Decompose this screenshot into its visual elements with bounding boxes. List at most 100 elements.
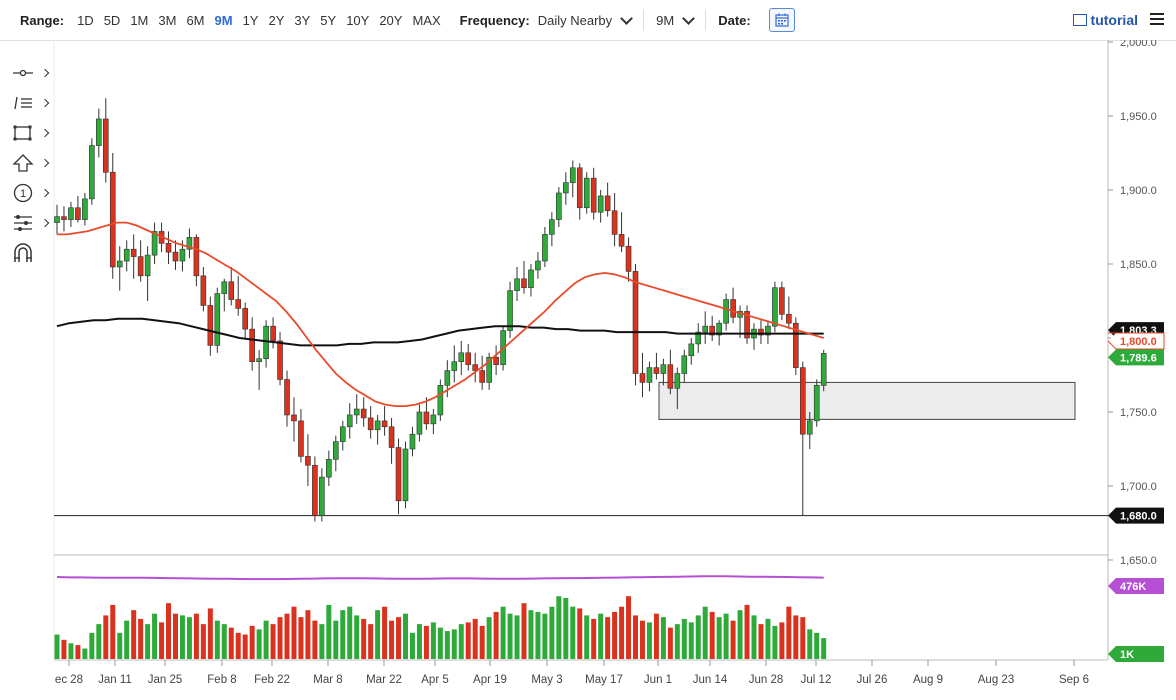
chevron-down-icon bbox=[682, 11, 696, 25]
volume-bar bbox=[291, 606, 297, 659]
consolidation-zone bbox=[54, 381, 1108, 517]
volume-bar bbox=[423, 625, 429, 659]
volume-bar bbox=[737, 610, 743, 659]
range-6m[interactable]: 6M bbox=[186, 13, 204, 28]
volume-bar bbox=[570, 606, 576, 659]
volume-bar bbox=[249, 625, 255, 659]
candle-body bbox=[430, 414, 437, 425]
volume-min-tag-bg bbox=[1108, 646, 1164, 662]
range-10y[interactable]: 10Y bbox=[346, 13, 369, 28]
candle-body bbox=[54, 216, 60, 223]
range-max[interactable]: MAX bbox=[412, 13, 440, 28]
ma-long-line bbox=[56, 317, 824, 347]
candle-body bbox=[493, 356, 499, 365]
volume-bar bbox=[479, 625, 485, 659]
candle-body bbox=[339, 426, 346, 442]
range-5d[interactable]: 5D bbox=[104, 13, 121, 28]
volume-bar bbox=[75, 645, 81, 659]
candle-body bbox=[576, 167, 583, 209]
x-tick-label: Aug 23 bbox=[978, 674, 1014, 686]
range-1m[interactable]: 1M bbox=[130, 13, 148, 28]
candle-body bbox=[674, 373, 681, 389]
volume-bar bbox=[458, 624, 464, 659]
period-dropdown[interactable]: 9M bbox=[656, 11, 696, 28]
volume-bar bbox=[214, 620, 220, 659]
range-9m[interactable]: 9M bbox=[215, 13, 233, 28]
candle-body bbox=[82, 198, 88, 220]
y-tick-label: 1,650.0 bbox=[1120, 555, 1157, 567]
candle-body bbox=[319, 476, 325, 516]
candle-body bbox=[402, 448, 409, 502]
volume-bar bbox=[807, 629, 813, 659]
volume-bar bbox=[577, 608, 583, 659]
candle-body bbox=[256, 358, 262, 362]
volume-bar bbox=[660, 617, 666, 659]
range-20y[interactable]: 20Y bbox=[379, 13, 402, 28]
y-tick-label: 1,900.0 bbox=[1120, 185, 1157, 197]
x-tick-label: Feb 8 bbox=[207, 674, 236, 686]
volume-bar bbox=[179, 615, 185, 659]
candle-body bbox=[799, 367, 806, 435]
volume-bar bbox=[786, 606, 792, 659]
volume-min-tag: 1K bbox=[1120, 649, 1134, 661]
candle-body bbox=[221, 281, 228, 294]
candle-body bbox=[165, 242, 172, 253]
range-1d[interactable]: 1D bbox=[77, 13, 94, 28]
calendar-icon bbox=[775, 13, 789, 27]
volume-bar bbox=[465, 622, 471, 659]
candle-body bbox=[381, 420, 388, 428]
volume-bar bbox=[619, 606, 625, 659]
range-3m[interactable]: 3M bbox=[158, 13, 176, 28]
volume-bar bbox=[409, 632, 415, 659]
x-tick-label: Mar 22 bbox=[366, 674, 402, 686]
volume-bar bbox=[319, 624, 325, 659]
candle-body bbox=[465, 352, 472, 365]
volume-average-line bbox=[56, 575, 824, 581]
candle-body bbox=[68, 207, 74, 220]
candle-body bbox=[618, 234, 625, 247]
volume-bar bbox=[326, 604, 332, 659]
y-tick-label: 1,850.0 bbox=[1120, 259, 1157, 271]
zone-rect bbox=[658, 381, 1076, 420]
volume-bar bbox=[744, 604, 750, 659]
volume-bar bbox=[437, 627, 443, 659]
range-3y[interactable]: 3Y bbox=[294, 13, 310, 28]
volume-bar bbox=[821, 638, 827, 659]
calendar-button[interactable] bbox=[768, 8, 795, 32]
candle-body bbox=[130, 248, 137, 257]
candle-body bbox=[249, 328, 255, 362]
volume-bar bbox=[779, 622, 785, 659]
candle-body bbox=[416, 411, 423, 435]
candle-body bbox=[388, 426, 395, 448]
volume-bar bbox=[612, 611, 618, 659]
candle-body bbox=[437, 385, 444, 416]
candle-body bbox=[374, 420, 381, 431]
frequency-dropdown[interactable]: Daily Nearby bbox=[538, 11, 634, 28]
range-2y[interactable]: 2Y bbox=[268, 13, 284, 28]
candle-body bbox=[660, 364, 667, 374]
range-5y[interactable]: 5Y bbox=[320, 13, 336, 28]
volume-bar bbox=[368, 624, 374, 659]
tutorial-link[interactable]: tutorial bbox=[1072, 12, 1138, 28]
candle-body bbox=[172, 251, 179, 262]
volume-bar bbox=[242, 634, 248, 659]
x-tick-label: Jun 14 bbox=[693, 674, 728, 686]
x-tick-label: Jul 12 bbox=[801, 674, 832, 686]
volume-bar bbox=[563, 597, 569, 659]
candle-body bbox=[298, 420, 304, 457]
volume-bar bbox=[270, 624, 276, 659]
volume-bar bbox=[172, 613, 178, 659]
candle-body bbox=[646, 367, 653, 383]
price-chart[interactable]: 1,650.0 1,700.0 1,750.0 1,800.0 1,850.0 1,900… bbox=[0, 40, 1176, 700]
candle-body bbox=[102, 118, 109, 173]
candle-body bbox=[604, 195, 611, 212]
candle-body bbox=[123, 248, 130, 262]
hamburger-menu-icon[interactable] bbox=[1150, 13, 1164, 28]
candle-body bbox=[242, 308, 248, 330]
volume-bar bbox=[430, 622, 436, 659]
range-1y[interactable]: 1Y bbox=[243, 13, 259, 28]
candle-body bbox=[116, 260, 123, 268]
x-tick-label: Jan 25 bbox=[148, 674, 183, 686]
candle-body bbox=[611, 210, 618, 235]
candle-body bbox=[353, 408, 360, 416]
